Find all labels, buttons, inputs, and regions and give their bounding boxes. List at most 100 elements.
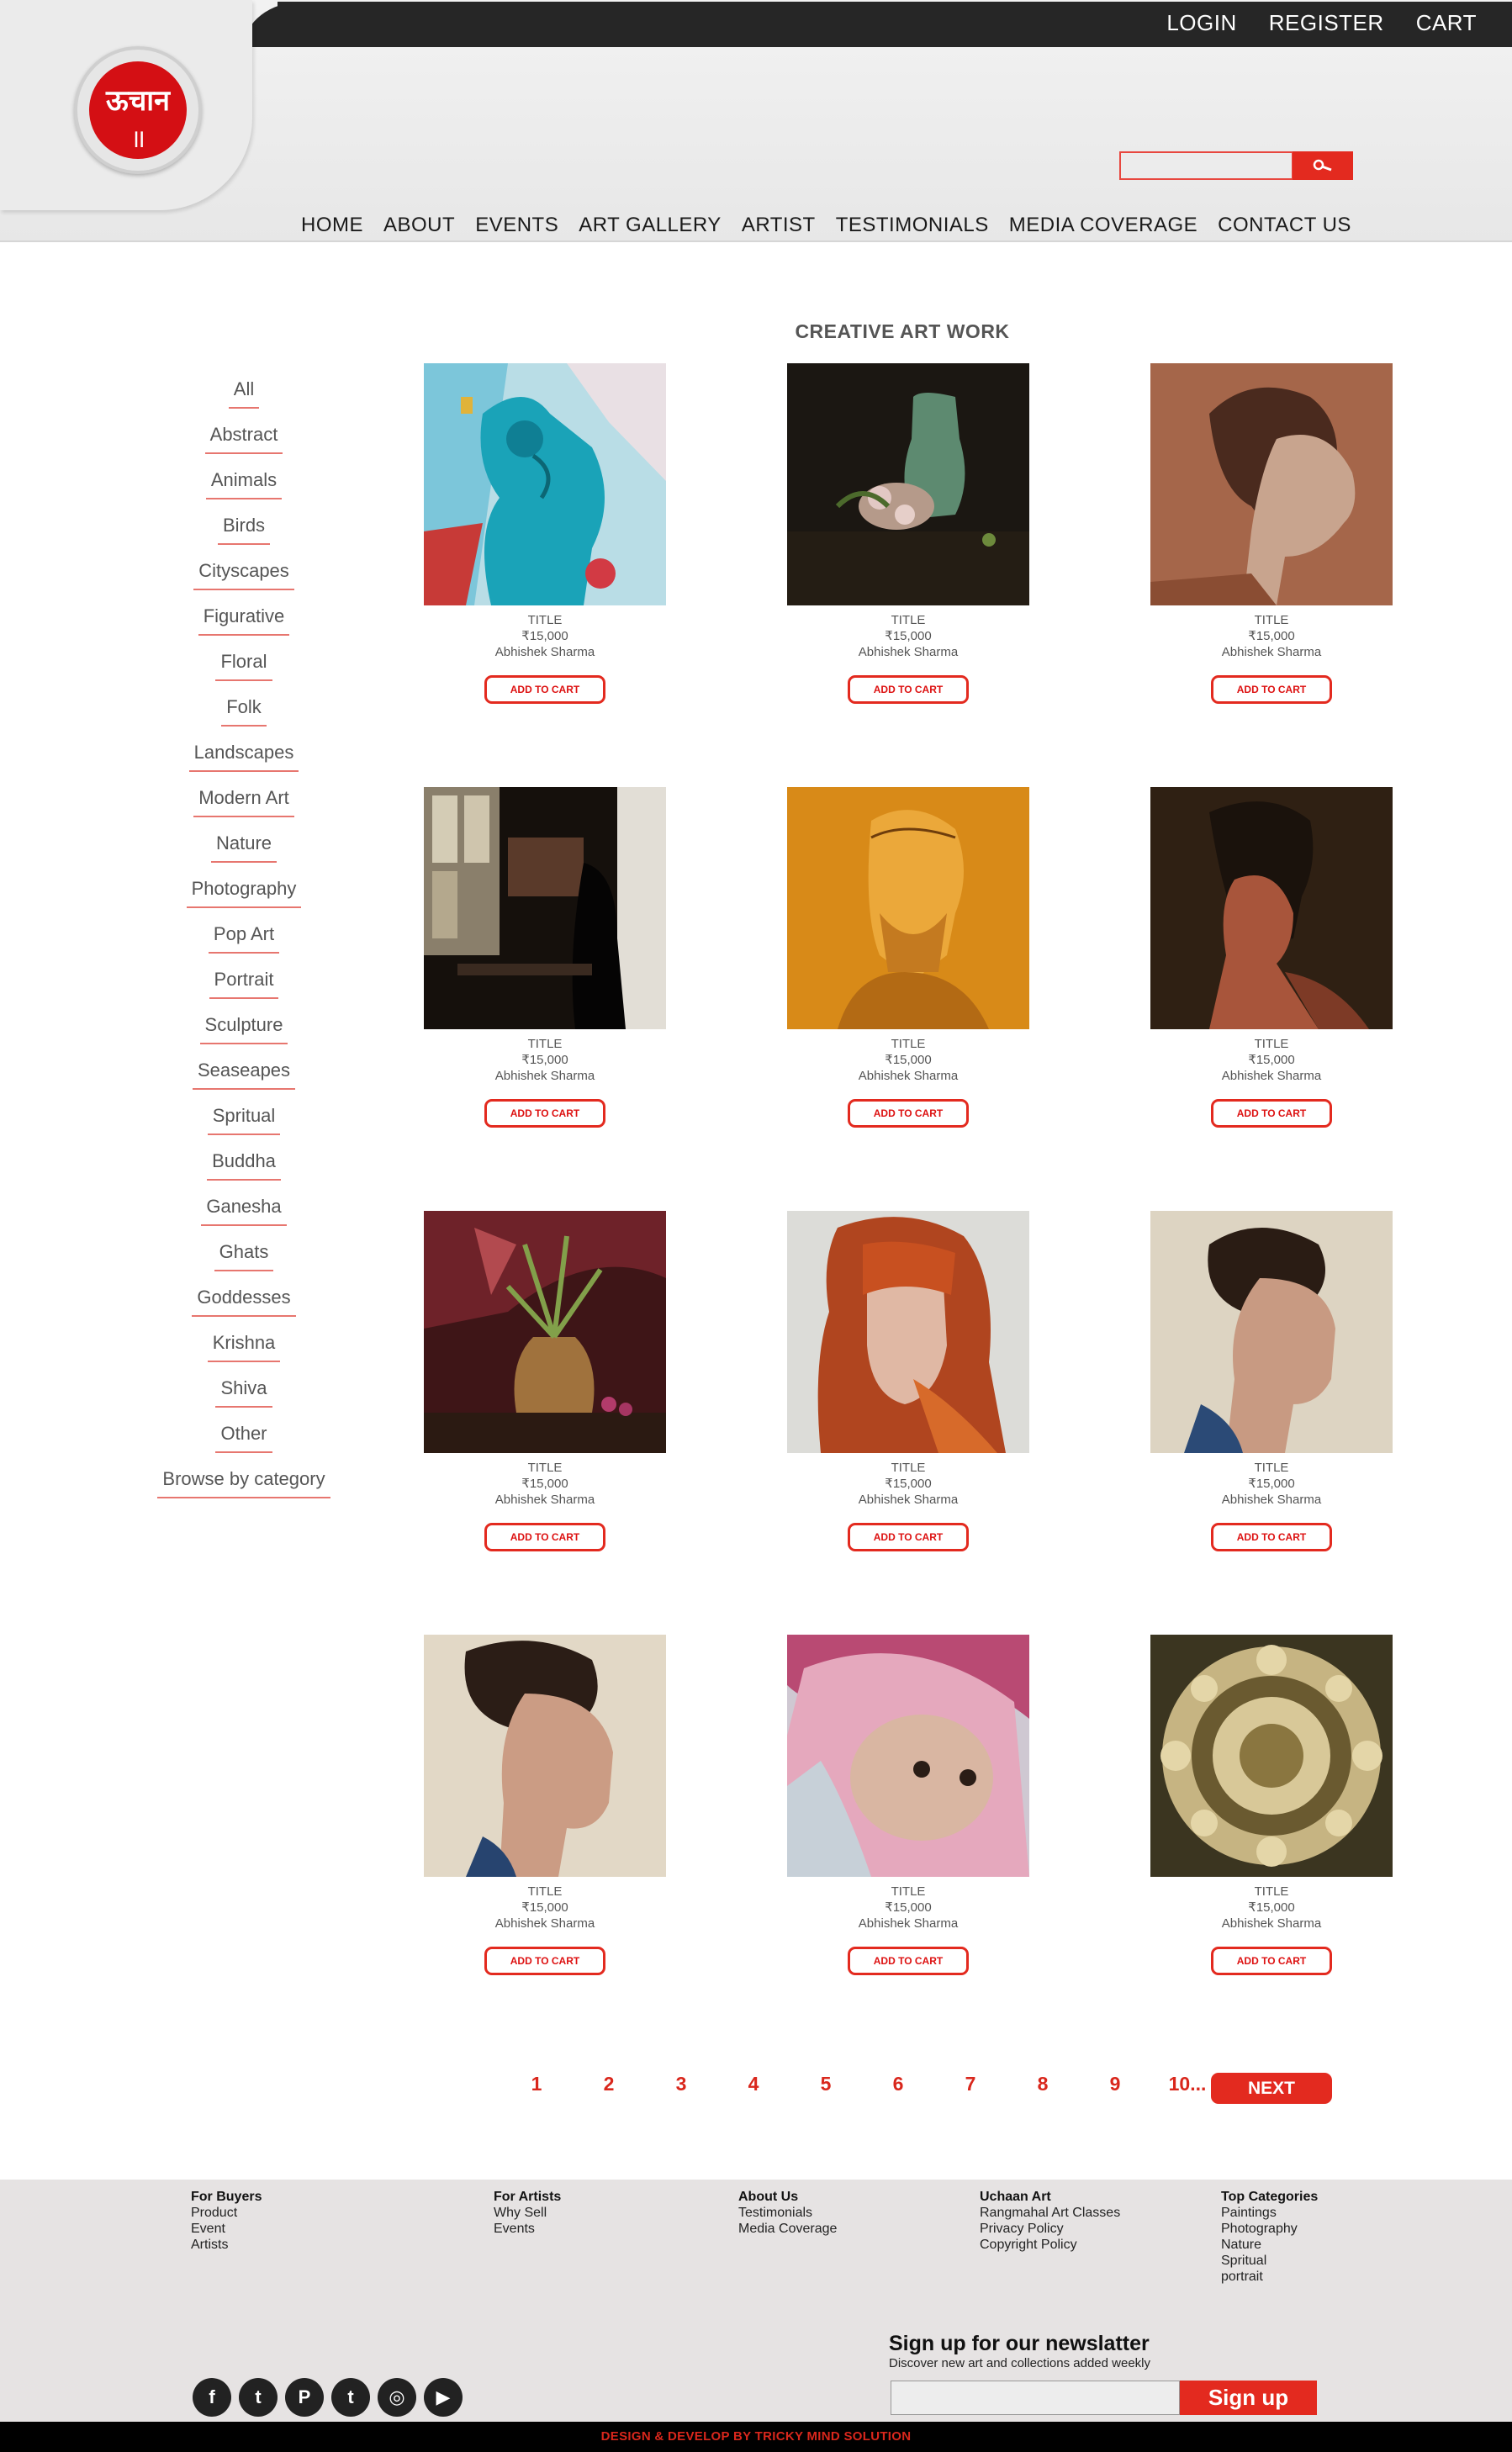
page-link[interactable]: 8 — [1007, 2073, 1079, 2095]
category-link[interactable]: Spritual — [135, 1105, 353, 1150]
page-link[interactable]: 4 — [717, 2073, 790, 2095]
artwork-image[interactable] — [424, 1635, 666, 1877]
site-logo[interactable]: ऊचान ॥ — [74, 46, 202, 174]
instagram-icon[interactable]: ◎ — [378, 2378, 416, 2417]
artwork-image[interactable] — [424, 1211, 666, 1453]
page-link[interactable]: 6 — [862, 2073, 934, 2095]
nav-events[interactable]: EVENTS — [475, 214, 558, 237]
footer-link[interactable]: Photography — [1221, 2221, 1318, 2237]
footer-link[interactable]: Media Coverage — [738, 2221, 837, 2237]
artwork-image[interactable] — [1150, 1211, 1393, 1453]
add-to-cart-button[interactable]: ADD TO CART — [484, 1523, 605, 1551]
footer-link[interactable]: Paintings — [1221, 2205, 1318, 2221]
footer-link[interactable]: Event — [191, 2221, 262, 2237]
cart-link[interactable]: CART — [1416, 10, 1477, 36]
page-link[interactable]: 2 — [573, 2073, 645, 2095]
category-link[interactable]: Folk — [135, 696, 353, 742]
pinterest-icon[interactable]: P — [285, 2378, 324, 2417]
category-link[interactable]: Landscapes — [135, 742, 353, 787]
search-input[interactable] — [1119, 151, 1293, 180]
nav-home[interactable]: HOME — [301, 214, 363, 237]
nav-contact-us[interactable]: CONTACT US — [1218, 214, 1351, 237]
add-to-cart-button[interactable]: ADD TO CART — [848, 675, 969, 704]
top-bar: LOGIN REGISTER CART — [278, 2, 1512, 47]
category-link[interactable]: Krishna — [135, 1332, 353, 1377]
add-to-cart-button[interactable]: ADD TO CART — [848, 1523, 969, 1551]
category-link[interactable]: Browse by category — [135, 1468, 353, 1514]
category-link[interactable]: Sculpture — [135, 1014, 353, 1060]
footer-link[interactable]: Artists — [191, 2237, 262, 2253]
category-link[interactable]: Ghats — [135, 1241, 353, 1287]
footer-link[interactable]: portrait — [1221, 2269, 1318, 2285]
category-link[interactable]: Abstract — [135, 424, 353, 469]
category-link[interactable]: Photography — [135, 878, 353, 923]
footer-link[interactable]: Privacy Policy — [980, 2221, 1120, 2237]
category-link[interactable]: Birds — [135, 515, 353, 560]
category-link[interactable]: Modern Art — [135, 787, 353, 832]
artwork-title: TITLE — [527, 1037, 563, 1051]
login-link[interactable]: LOGIN — [1166, 10, 1236, 36]
artwork-image[interactable] — [787, 363, 1029, 605]
add-to-cart-button[interactable]: ADD TO CART — [1211, 1947, 1332, 1975]
category-link[interactable]: Pop Art — [135, 923, 353, 969]
page-link[interactable]: 1 — [500, 2073, 573, 2095]
footer-link[interactable]: Events — [494, 2221, 561, 2237]
add-to-cart-button[interactable]: ADD TO CART — [848, 1947, 969, 1975]
page-link[interactable]: 7 — [934, 2073, 1007, 2095]
add-to-cart-button[interactable]: ADD TO CART — [1211, 1523, 1332, 1551]
artwork-image[interactable] — [787, 1211, 1029, 1453]
artwork-image[interactable] — [1150, 1635, 1393, 1877]
next-page-button[interactable]: NEXT — [1211, 2073, 1332, 2104]
page-link[interactable]: 5 — [790, 2073, 862, 2095]
youtube-icon[interactable]: ▶ — [424, 2378, 463, 2417]
artwork-image[interactable] — [424, 363, 666, 605]
nav-art-gallery[interactable]: ART GALLERY — [579, 214, 722, 237]
category-link[interactable]: Nature — [135, 832, 353, 878]
category-link[interactable]: Shiva — [135, 1377, 353, 1423]
nav-artist[interactable]: ARTIST — [742, 214, 816, 237]
footer-link[interactable]: Rangmahal Art Classes — [980, 2205, 1120, 2221]
add-to-cart-button[interactable]: ADD TO CART — [1211, 675, 1332, 704]
category-link[interactable]: Buddha — [135, 1150, 353, 1196]
category-link[interactable]: Seaseapes — [135, 1060, 353, 1105]
category-link[interactable]: Goddesses — [135, 1287, 353, 1332]
footer-link[interactable]: Why Sell — [494, 2205, 561, 2221]
artwork-image[interactable] — [787, 787, 1029, 1029]
artwork-image[interactable] — [787, 1635, 1029, 1877]
add-to-cart-button[interactable]: ADD TO CART — [484, 675, 605, 704]
category-label: Animals — [205, 469, 283, 499]
artwork-price: ₹15,000 — [1248, 1053, 1295, 1067]
category-link[interactable]: Figurative — [135, 605, 353, 651]
tumblr-icon[interactable]: t — [331, 2378, 370, 2417]
add-to-cart-button[interactable]: ADD TO CART — [1211, 1099, 1332, 1128]
facebook-icon[interactable]: f — [193, 2378, 231, 2417]
category-link[interactable]: Floral — [135, 651, 353, 696]
nav-media-coverage[interactable]: MEDIA COVERAGE — [1009, 214, 1197, 237]
nav-testimonials[interactable]: TESTIMONIALS — [836, 214, 989, 237]
signup-button[interactable]: Sign up — [1180, 2381, 1317, 2415]
category-link[interactable]: Animals — [135, 469, 353, 515]
category-link[interactable]: Other — [135, 1423, 353, 1468]
category-link[interactable]: Cityscapes — [135, 560, 353, 605]
category-link[interactable]: Portrait — [135, 969, 353, 1014]
footer-link[interactable]: Spritual — [1221, 2253, 1318, 2269]
add-to-cart-button[interactable]: ADD TO CART — [484, 1947, 605, 1975]
footer-link[interactable]: Nature — [1221, 2237, 1318, 2253]
newsletter-email-input[interactable] — [891, 2381, 1180, 2415]
add-to-cart-button[interactable]: ADD TO CART — [484, 1099, 605, 1128]
footer-link[interactable]: Testimonials — [738, 2205, 837, 2221]
nav-about[interactable]: ABOUT — [383, 214, 455, 237]
artwork-image[interactable] — [1150, 363, 1393, 605]
register-link[interactable]: REGISTER — [1269, 10, 1384, 36]
footer-link[interactable]: Copyright Policy — [980, 2237, 1120, 2253]
twitter-icon[interactable]: t — [239, 2378, 278, 2417]
search-button[interactable] — [1293, 151, 1353, 180]
page-link[interactable]: 3 — [645, 2073, 717, 2095]
footer-link[interactable]: Product — [191, 2205, 262, 2221]
artwork-image[interactable] — [424, 787, 666, 1029]
category-link[interactable]: All — [135, 378, 353, 424]
page-link[interactable]: 9 — [1079, 2073, 1151, 2095]
category-link[interactable]: Ganesha — [135, 1196, 353, 1241]
add-to-cart-button[interactable]: ADD TO CART — [848, 1099, 969, 1128]
artwork-image[interactable] — [1150, 787, 1393, 1029]
